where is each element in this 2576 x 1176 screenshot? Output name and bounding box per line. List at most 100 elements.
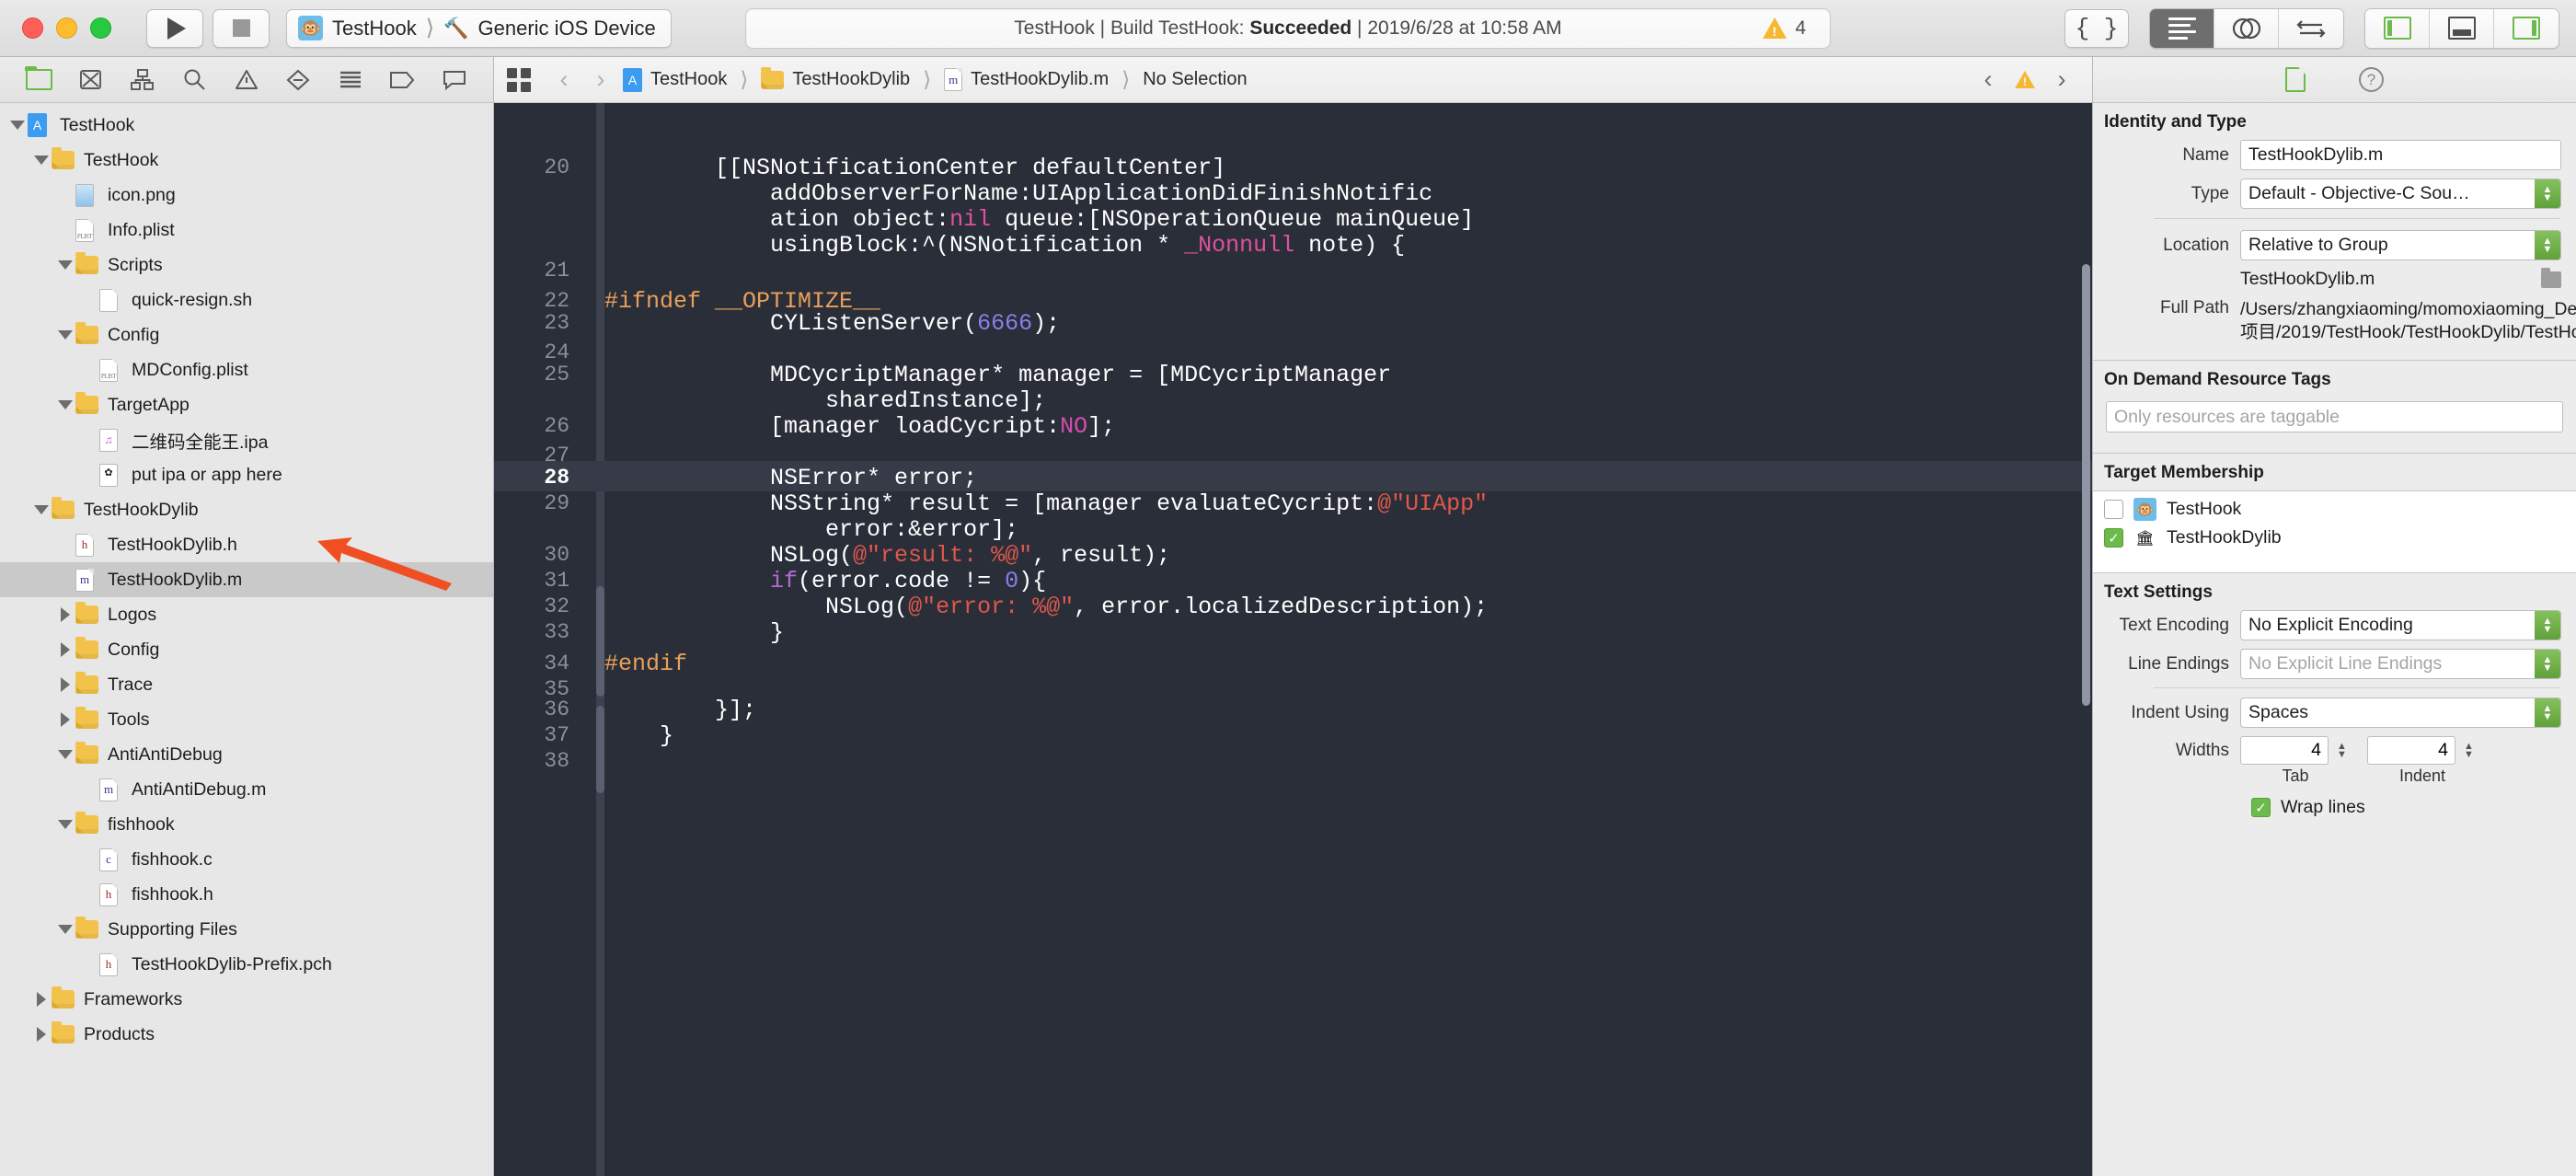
code-fold-handle[interactable] xyxy=(596,706,604,793)
disclosure-triangle-icon[interactable] xyxy=(31,1027,52,1042)
disclosure-triangle-icon[interactable] xyxy=(55,712,75,727)
tree-item[interactable]: ✿ put ipa or app here xyxy=(0,457,493,492)
disclosure-triangle-icon[interactable] xyxy=(55,607,75,622)
target-checkbox[interactable] xyxy=(2104,500,2123,519)
code-line[interactable]: } xyxy=(604,723,673,749)
tree-item[interactable]: Config xyxy=(0,632,493,667)
tree-item[interactable]: h TestHookDylib.h xyxy=(0,527,493,562)
next-issue-button[interactable]: › xyxy=(2050,65,2074,94)
tree-item[interactable]: Logos xyxy=(0,597,493,632)
disclosure-triangle-icon[interactable] xyxy=(31,992,52,1007)
breadcrumb-item-1[interactable]: TestHookDylib xyxy=(792,69,910,90)
code-text-area[interactable]: [[NSNotificationCenter defaultCenter] ad… xyxy=(604,103,2092,1176)
tree-item[interactable]: Products xyxy=(0,1017,493,1052)
code-line[interactable]: error:&error]; xyxy=(604,517,1018,543)
version-editor-button[interactable] xyxy=(2279,8,2343,48)
target-membership-row[interactable]: 🐵 TestHook xyxy=(2093,495,2576,524)
tree-item[interactable]: h fishhook.h xyxy=(0,877,493,912)
code-line[interactable]: if(error.code != 0){ xyxy=(604,569,1046,594)
disclosure-triangle-icon[interactable] xyxy=(55,750,75,759)
find-navigator-icon[interactable] xyxy=(179,66,211,94)
status-warning-group[interactable]: 4 xyxy=(1763,17,1806,40)
debug-navigator-icon[interactable] xyxy=(335,66,366,94)
wrap-lines-checkbox[interactable]: ✓ xyxy=(2251,798,2271,817)
code-line[interactable]: addObserverForName:UIApplicationDidFinis… xyxy=(604,181,1432,207)
close-window-button[interactable] xyxy=(22,17,43,39)
text-encoding-select[interactable]: No Explicit Encoding ▲ ▼ xyxy=(2240,610,2561,640)
activity-status-bar[interactable]: TestHook | Build TestHook: Succeeded | 2… xyxy=(745,7,1831,49)
disclosure-triangle-icon[interactable] xyxy=(31,156,52,165)
code-line[interactable]: } xyxy=(604,620,784,646)
code-line[interactable]: NSLog(@"error: %@", error.localizedDescr… xyxy=(604,594,1488,620)
tree-item[interactable]: h TestHookDylib-Prefix.pch xyxy=(0,947,493,982)
project-tree[interactable]: A TestHook TestHook icon.png PLIST Info.plist… xyxy=(0,103,493,1176)
tree-item[interactable]: A TestHook xyxy=(0,108,493,143)
tree-item[interactable]: PLIST Info.plist xyxy=(0,213,493,248)
tree-item[interactable]: PLIST MDConfig.plist xyxy=(0,352,493,387)
tree-item[interactable]: TestHookDylib xyxy=(0,492,493,527)
tree-item[interactable]: Config xyxy=(0,317,493,352)
breadcrumb-item-2[interactable]: TestHookDylib.m xyxy=(971,69,1109,90)
disclosure-triangle-icon[interactable] xyxy=(55,820,75,829)
zoom-window-button[interactable] xyxy=(90,17,111,39)
tree-item[interactable]: m TestHookDylib.m xyxy=(0,562,493,597)
tab-width-field[interactable]: 4 xyxy=(2240,736,2329,765)
previous-issue-button[interactable]: ‹ xyxy=(1976,65,2000,94)
tree-item[interactable]: TestHook xyxy=(0,143,493,178)
file-inspector-icon[interactable] xyxy=(2285,66,2306,92)
assistant-editor-button[interactable] xyxy=(2214,8,2279,48)
name-field[interactable]: TestHookDylib.m xyxy=(2240,140,2561,170)
related-items-icon[interactable] xyxy=(507,67,531,92)
code-line[interactable]: MDCycriptManager* manager = [MDCycriptMa… xyxy=(604,363,1391,388)
choose-file-folder-icon[interactable] xyxy=(2541,267,2561,288)
wrap-lines-row[interactable]: ✓ Wrap lines xyxy=(2093,797,2576,818)
code-line[interactable]: NSError* error; xyxy=(604,466,977,491)
code-line[interactable]: sharedInstance]; xyxy=(604,388,1046,414)
report-navigator-icon[interactable] xyxy=(439,66,470,94)
type-select[interactable]: Default - Objective-C Sou… ▲ ▼ xyxy=(2240,179,2561,209)
tree-item[interactable]: m AntiAntiDebug.m xyxy=(0,772,493,807)
issue-navigator-icon[interactable] xyxy=(231,66,262,94)
line-endings-select[interactable]: No Explicit Line Endings ▲ ▼ xyxy=(2240,649,2561,679)
breadcrumb-item-0[interactable]: TestHook xyxy=(650,69,727,90)
source-editor[interactable]: 20 21 22 23 24 25 26 27 28 29 30 31 32 33 34 35 36 37 38 [… xyxy=(494,103,2092,1176)
tree-item[interactable]: Supporting Files xyxy=(0,912,493,947)
indent-using-select[interactable]: Spaces ▲ ▼ xyxy=(2240,698,2561,728)
scheme-selector[interactable]: 🐵 TestHook ⟩ 🔨 Generic iOS Device xyxy=(286,8,672,48)
code-line[interactable]: #endif xyxy=(604,651,687,677)
tree-item[interactable]: quick-resign.sh xyxy=(0,282,493,317)
indent-width-stepper[interactable]: ▲ ▼ xyxy=(2460,736,2478,765)
tree-item[interactable]: Scripts xyxy=(0,248,493,282)
breakpoint-navigator-icon[interactable] xyxy=(386,66,418,94)
tree-item[interactable]: Trace xyxy=(0,667,493,702)
library-button[interactable]: { } xyxy=(2064,8,2129,48)
code-line[interactable]: [manager loadCycript:NO]; xyxy=(604,414,1115,440)
tree-item[interactable]: icon.png xyxy=(0,178,493,213)
code-line[interactable]: NSString* result = [manager evaluateCycr… xyxy=(604,491,1488,517)
tree-item[interactable]: Frameworks xyxy=(0,982,493,1017)
tree-item[interactable]: AntiAntiDebug xyxy=(0,737,493,772)
symbol-navigator-icon[interactable] xyxy=(127,66,158,94)
tree-item[interactable]: c fishhook.c xyxy=(0,842,493,877)
toggle-inspector-button[interactable] xyxy=(2494,8,2559,48)
disclosure-triangle-icon[interactable] xyxy=(55,260,75,270)
tree-item[interactable]: fishhook xyxy=(0,807,493,842)
go-back-button[interactable]: ‹ xyxy=(546,65,582,94)
line-number-gutter[interactable]: 20 21 22 23 24 25 26 27 28 29 30 31 32 33 34 35 36 37 38 xyxy=(494,103,604,1176)
disclosure-triangle-icon[interactable] xyxy=(55,642,75,657)
stop-button[interactable] xyxy=(213,8,270,48)
tab-width-stepper[interactable]: ▲ ▼ xyxy=(2333,736,2351,765)
editor-vertical-scrollbar[interactable] xyxy=(2082,264,2090,706)
code-line[interactable]: usingBlock:^(NSNotification * _Nonnull n… xyxy=(604,233,1405,259)
disclosure-triangle-icon[interactable] xyxy=(55,677,75,692)
standard-editor-button[interactable] xyxy=(2150,8,2214,48)
project-navigator-icon[interactable] xyxy=(23,66,54,94)
disclosure-triangle-icon[interactable] xyxy=(55,330,75,340)
code-line[interactable]: CYListenServer(6666); xyxy=(604,311,1060,337)
code-line[interactable]: NSLog(@"result: %@", result); xyxy=(604,543,1170,569)
go-forward-button[interactable]: › xyxy=(582,65,619,94)
breadcrumb-item-3[interactable]: No Selection xyxy=(1143,69,1247,90)
toggle-navigator-button[interactable] xyxy=(2365,8,2430,48)
location-select[interactable]: Relative to Group ▲ ▼ xyxy=(2240,230,2561,260)
indent-width-field[interactable]: 4 xyxy=(2367,736,2455,765)
